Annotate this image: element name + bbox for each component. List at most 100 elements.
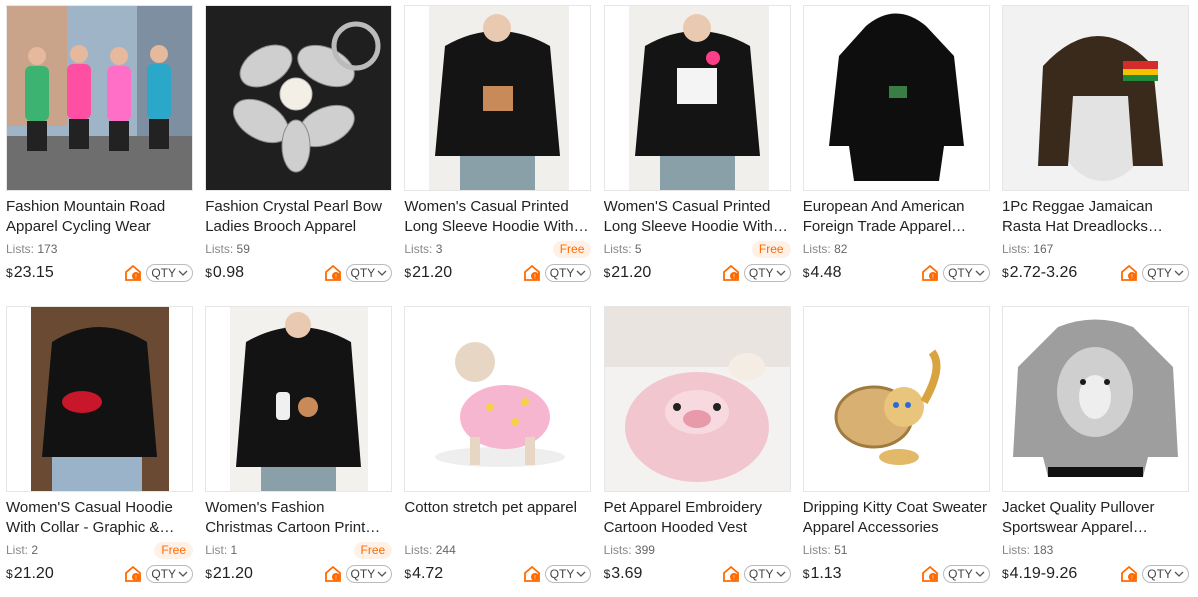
product-title[interactable]: Fashion Crystal Pearl Bow Ladies Brooch …: [205, 197, 392, 237]
lists-count: Lists: 167: [1001, 242, 1054, 256]
qty-select[interactable]: QTY: [1142, 264, 1189, 282]
product-image[interactable]: [603, 306, 791, 492]
product-card[interactable]: Pet Apparel Embroidery Cartoon Hooded Ve…: [603, 306, 791, 594]
store-shield-icon[interactable]: !: [324, 565, 342, 583]
product-title[interactable]: Fashion Mountain Road Apparel Cycling We…: [6, 197, 193, 237]
product-image[interactable]: [6, 5, 193, 191]
qty-select[interactable]: QTY: [146, 565, 193, 583]
qty-select[interactable]: QTY: [146, 264, 193, 282]
qty-select[interactable]: QTY: [544, 565, 592, 583]
product-card[interactable]: Fashion Crystal Pearl Bow Ladies Brooch …: [205, 5, 393, 293]
product-meta: Lists: 82: [803, 240, 990, 258]
product-title[interactable]: Women's Fashion Christmas Cartoon Print …: [205, 498, 392, 538]
qty-select[interactable]: QTY: [544, 264, 592, 282]
product-card[interactable]: Fashion Mountain Road Apparel Cycling We…: [6, 5, 193, 293]
product-price: $4.19-9.26: [1001, 565, 1078, 582]
price-row: $4.48 ! QTY: [803, 261, 990, 285]
price-row: $23.15 ! QTY: [6, 261, 193, 285]
qty-select[interactable]: QTY: [1142, 565, 1189, 583]
price-row: $3.69 ! QTY: [604, 562, 791, 586]
chevron-down-icon: [377, 270, 387, 276]
price-row: $1.13 ! QTY: [803, 562, 990, 586]
product-card[interactable]: Women'S Casual Printed Long Sleeve Hoodi…: [603, 5, 791, 293]
lists-count: Lists: 183: [1001, 543, 1054, 557]
product-image[interactable]: [404, 306, 592, 492]
product-meta: Lists: 399: [604, 541, 791, 559]
product-card[interactable]: Jacket Quality Pullover Sportswear Appar…: [1001, 306, 1189, 594]
product-title[interactable]: Pet Apparel Embroidery Cartoon Hooded Ve…: [604, 498, 791, 538]
store-shield-icon[interactable]: !: [523, 264, 541, 282]
qty-select[interactable]: QTY: [943, 565, 990, 583]
chevron-down-icon: [776, 270, 786, 276]
product-image[interactable]: [802, 306, 990, 492]
product-meta: Lists: 183: [1002, 541, 1189, 559]
lists-count: List: 2: [6, 543, 39, 557]
product-card[interactable]: European And American Foreign Trade Appa…: [802, 5, 990, 293]
product-meta: List: 2 Free: [6, 541, 193, 559]
product-meta: Lists: 51: [803, 541, 990, 559]
price-row: $0.98 ! QTY: [205, 261, 393, 285]
product-meta: List: 1 Free: [205, 541, 393, 559]
chevron-down-icon: [178, 270, 188, 276]
lists-count: Lists: 244: [404, 543, 456, 557]
lists-count: Lists: 3: [404, 242, 443, 256]
lists-count: Lists: 399: [603, 543, 655, 557]
product-price: $21.20: [404, 264, 453, 281]
store-shield-icon[interactable]: !: [124, 264, 142, 282]
price-row: $21.20 ! QTY: [404, 261, 592, 285]
product-price: $4.72: [404, 565, 444, 582]
lists-count: Lists: 51: [802, 543, 848, 557]
product-title[interactable]: 1Pc Reggae Jamaican Rasta Hat Dreadlocks…: [1002, 197, 1189, 237]
chevron-down-icon: [975, 270, 985, 276]
product-price: $21.20: [205, 565, 253, 582]
store-shield-icon[interactable]: !: [921, 264, 939, 282]
store-shield-icon[interactable]: !: [324, 264, 342, 282]
chevron-down-icon: [1174, 270, 1184, 276]
product-title[interactable]: Women'S Casual Printed Long Sleeve Hoodi…: [604, 197, 791, 237]
chevron-down-icon: [377, 571, 387, 577]
store-shield-icon[interactable]: !: [921, 565, 939, 583]
product-price: $3.69: [603, 565, 643, 582]
qty-select[interactable]: QTY: [345, 565, 393, 583]
store-shield-icon[interactable]: !: [722, 565, 740, 583]
product-image[interactable]: [6, 306, 193, 492]
product-card[interactable]: Women's Fashion Christmas Cartoon Print …: [205, 306, 393, 594]
store-shield-icon[interactable]: !: [523, 565, 541, 583]
qty-select[interactable]: QTY: [943, 264, 990, 282]
product-image[interactable]: [205, 306, 393, 492]
price-row: $4.72 ! QTY: [404, 562, 592, 586]
product-card[interactable]: Women's Casual Printed Long Sleeve Hoodi…: [404, 5, 592, 293]
store-shield-icon[interactable]: !: [1120, 264, 1138, 282]
product-price: $23.15: [6, 264, 54, 281]
qty-select[interactable]: QTY: [743, 264, 791, 282]
free-shipping-badge: Free: [751, 240, 791, 258]
store-shield-icon[interactable]: !: [124, 565, 142, 583]
lists-count: Lists: 173: [6, 242, 58, 256]
product-card[interactable]: Dripping Kitty Coat Sweater Apparel Acce…: [802, 306, 990, 594]
store-shield-icon[interactable]: !: [722, 264, 740, 282]
price-row: $2.72-3.26 ! QTY: [1002, 261, 1189, 285]
store-shield-icon[interactable]: !: [1120, 565, 1138, 583]
product-image[interactable]: [802, 5, 990, 191]
product-title[interactable]: European And American Foreign Trade Appa…: [803, 197, 990, 237]
qty-select[interactable]: QTY: [345, 264, 393, 282]
product-card[interactable]: Women'S Casual Hoodie With Collar - Grap…: [6, 306, 193, 594]
product-card[interactable]: 1Pc Reggae Jamaican Rasta Hat Dreadlocks…: [1001, 5, 1189, 293]
product-title[interactable]: Dripping Kitty Coat Sweater Apparel Acce…: [803, 498, 990, 538]
product-title[interactable]: Women'S Casual Hoodie With Collar - Grap…: [6, 498, 193, 538]
product-title[interactable]: Jacket Quality Pullover Sportswear Appar…: [1002, 498, 1189, 538]
product-title[interactable]: Women's Casual Printed Long Sleeve Hoodi…: [404, 197, 591, 237]
product-price: $21.20: [6, 565, 54, 582]
product-image[interactable]: [205, 5, 393, 191]
product-meta: Lists: 5 Free: [604, 240, 791, 258]
product-meta: Lists: 244: [404, 541, 591, 559]
product-card[interactable]: Cotton stretch pet apparel Lists: 244 $4…: [404, 306, 592, 594]
product-image[interactable]: [1001, 306, 1189, 492]
product-image[interactable]: [603, 5, 791, 191]
product-title[interactable]: Cotton stretch pet apparel: [404, 498, 591, 538]
product-image[interactable]: [404, 5, 592, 191]
qty-select[interactable]: QTY: [743, 565, 791, 583]
price-row: $4.19-9.26 ! QTY: [1002, 562, 1189, 586]
product-image[interactable]: [1001, 5, 1189, 191]
lists-count: Lists: 82: [802, 242, 848, 256]
